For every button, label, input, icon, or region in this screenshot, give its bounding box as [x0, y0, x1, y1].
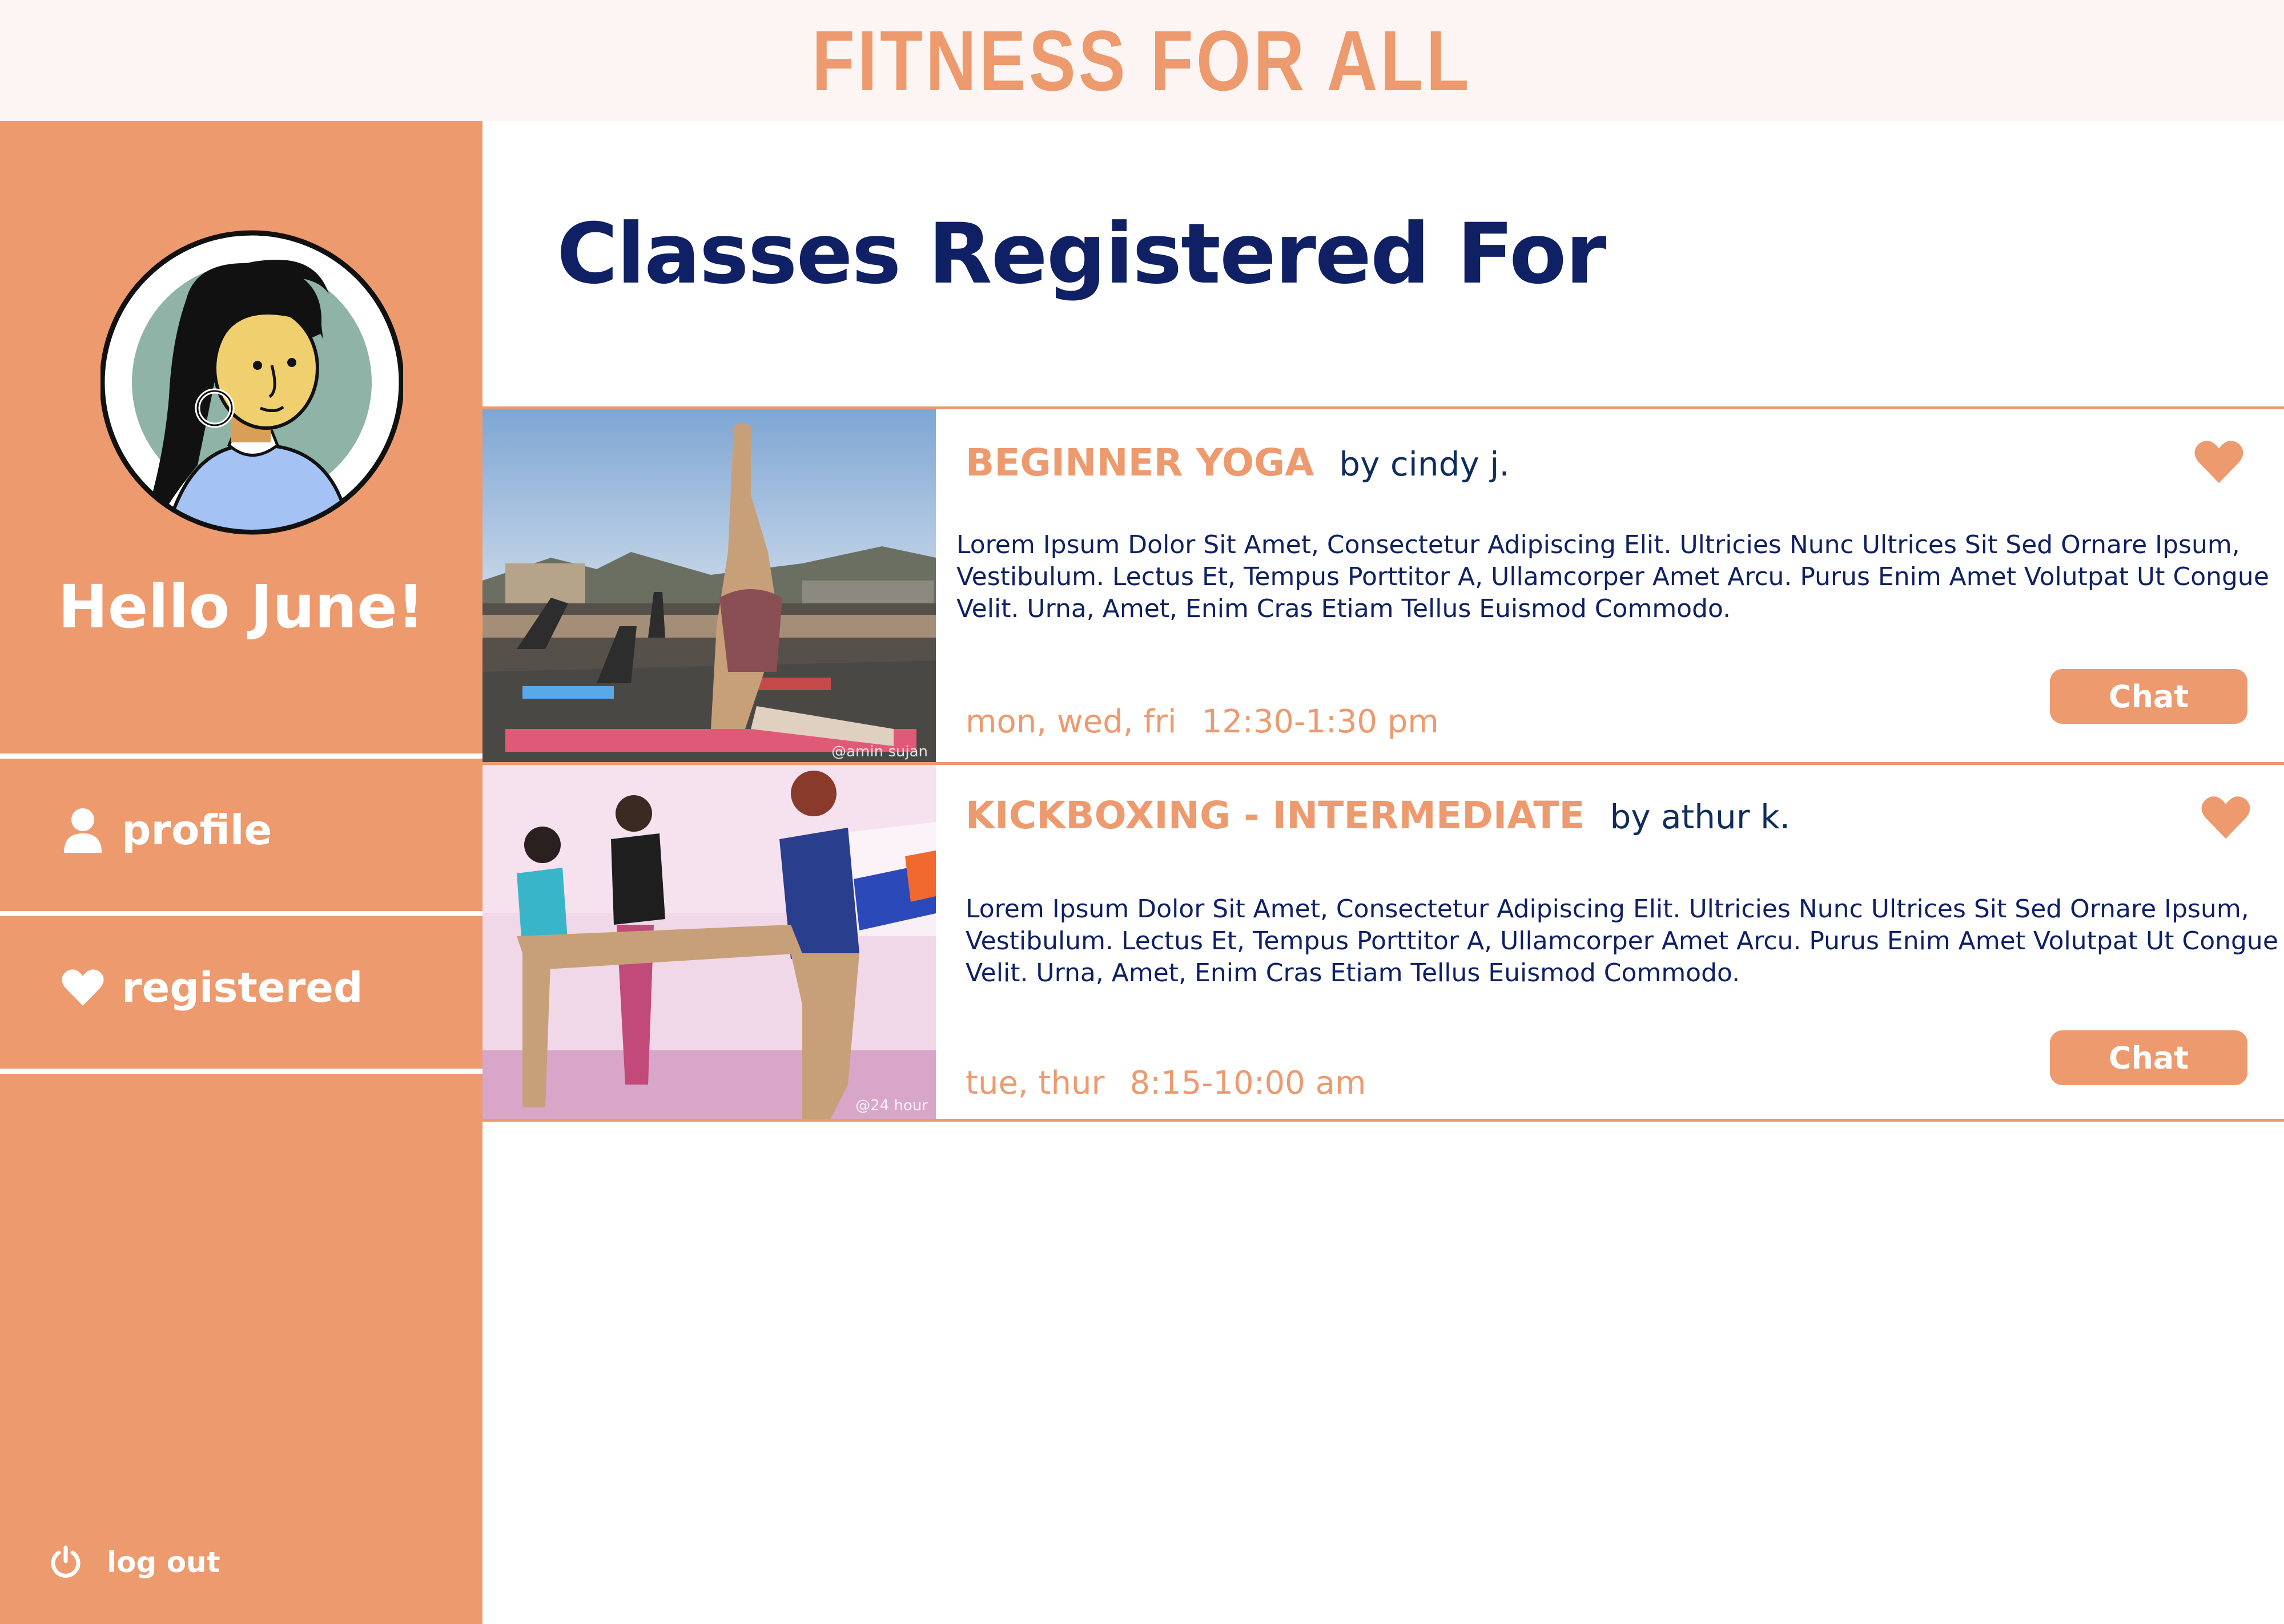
greeting: Hello June! — [58, 572, 425, 642]
sidebar-item-profile[interactable]: profile — [0, 759, 482, 901]
class-card: @24 hour KICKBOXING - INTERMEDIATE by at… — [482, 762, 2284, 1122]
class-description: Lorem Ipsum Dolor Sit Amet, Consectetur … — [956, 530, 2269, 623]
sidebar: Hello June! profile registered log out — [0, 121, 482, 1624]
app-title: FITNESS FOR ALL — [812, 12, 1472, 108]
logout-label: log out — [107, 1546, 220, 1579]
photo-credit: @amin sujan — [831, 743, 928, 760]
class-photo: @amin sujan — [482, 409, 936, 765]
sidebar-divider — [0, 753, 482, 759]
page-title: Classes Registered For — [557, 205, 1606, 303]
class-description: Lorem Ipsum Dolor Sit Amet, Consectetur … — [966, 894, 2278, 988]
class-card: @amin sujan BEGINNER YOGA by cindy j. Lo… — [482, 406, 2284, 765]
favorite-heart-icon[interactable] — [2201, 795, 2250, 840]
sidebar-item-registered[interactable]: registered — [0, 916, 482, 1059]
heart-icon — [60, 965, 106, 1010]
class-title-row: KICKBOXING - INTERMEDIATE by athur k. — [966, 793, 1790, 837]
top-header: FITNESS FOR ALL — [0, 0, 2284, 121]
class-title-row: BEGINNER YOGA by cindy j. — [966, 441, 1510, 485]
logout-button[interactable]: log out — [49, 1545, 220, 1579]
class-time: 8:15-10:00 am — [1129, 1065, 1366, 1102]
class-time: 12:30-1:30 pm — [1201, 703, 1439, 740]
sidebar-divider — [0, 911, 482, 916]
class-schedule: mon, wed, fri 12:30-1:30 pm — [966, 703, 1439, 740]
class-instructor: by cindy j. — [1339, 445, 1510, 483]
class-title: BEGINNER YOGA — [966, 441, 1314, 485]
class-schedule: tue, thur 8:15-10:00 am — [966, 1065, 1366, 1102]
avatar — [99, 225, 404, 539]
user-icon — [60, 807, 106, 853]
sidebar-item-label: profile — [122, 806, 272, 854]
power-icon — [49, 1545, 83, 1579]
sidebar-divider — [0, 1069, 482, 1074]
sidebar-item-label: registered — [122, 964, 363, 1012]
class-photo: @24 hour — [482, 765, 936, 1119]
class-instructor: by athur k. — [1610, 797, 1791, 836]
class-days: tue, thur — [966, 1065, 1105, 1102]
chat-button[interactable]: Chat — [2050, 1030, 2247, 1085]
photo-credit: @24 hour — [855, 1097, 928, 1114]
class-title: KICKBOXING - INTERMEDIATE — [966, 793, 1585, 837]
chat-button[interactable]: Chat — [2050, 669, 2247, 724]
favorite-heart-icon[interactable] — [2194, 439, 2243, 485]
class-days: mon, wed, fri — [966, 703, 1177, 740]
